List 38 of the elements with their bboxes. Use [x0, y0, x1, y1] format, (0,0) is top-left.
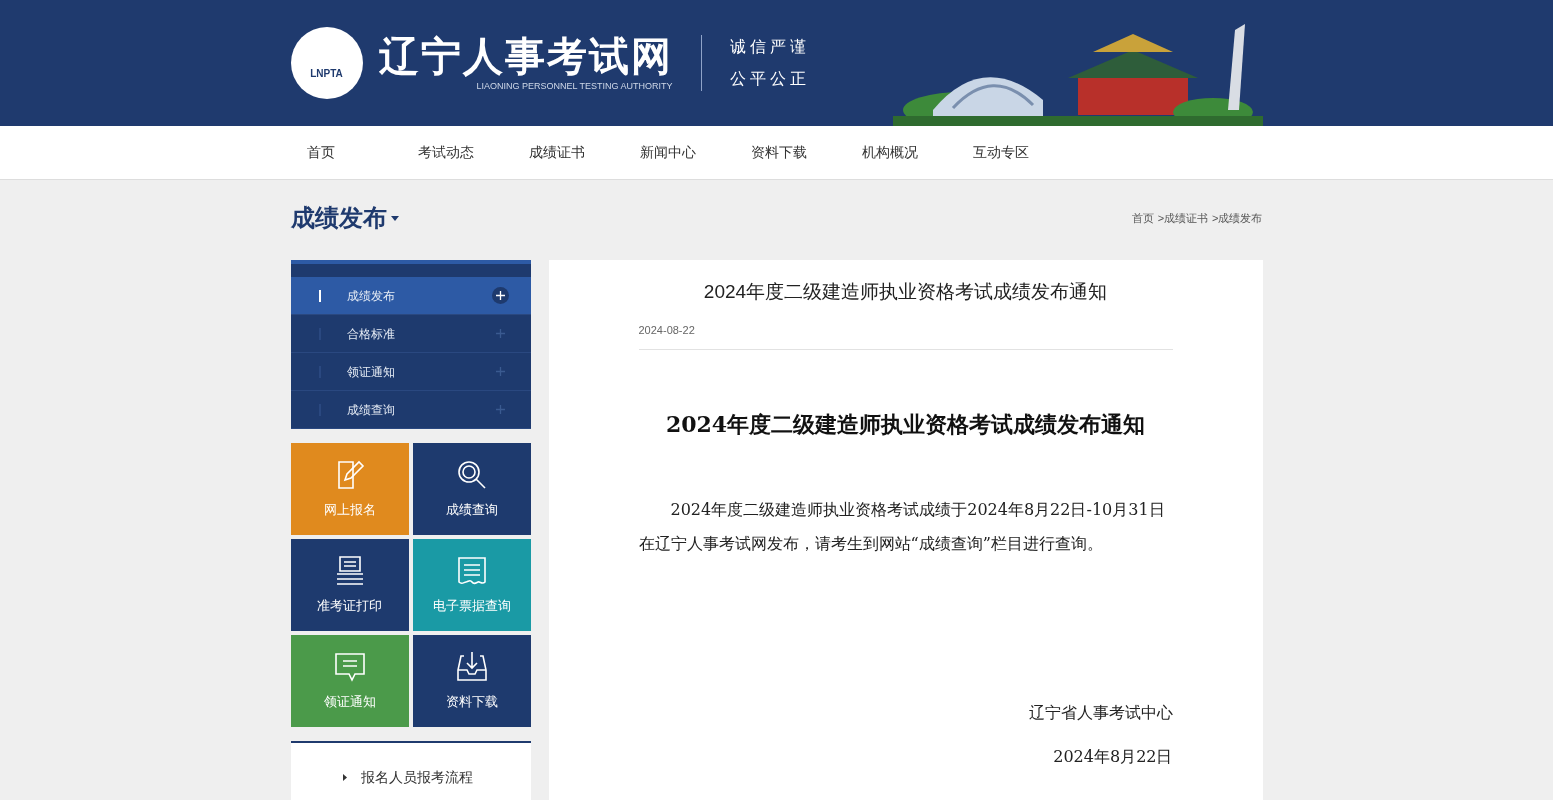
nav-link[interactable]: 考试动态 — [401, 142, 513, 163]
motto-text: 公平公正 — [729, 68, 810, 90]
bullet-icon — [342, 773, 347, 781]
page-title: 成绩发布 — [290, 203, 387, 233]
nav-link[interactable]: 资料下载 — [734, 142, 846, 163]
nav-link[interactable]: 成绩证书 — [512, 142, 624, 163]
signature: 辽宁省人事考试中心 — [1028, 701, 1173, 724]
menu-label: 合格标准 — [346, 325, 395, 343]
side-menu-item[interactable]: 成绩发布 — [290, 277, 531, 315]
shortcut-tile[interactable]: 资料下载 — [412, 635, 531, 727]
breadcrumb-link[interactable]: >成绩发布 — [1212, 209, 1263, 227]
sign-date: 2024年8月22日 — [1053, 745, 1173, 768]
article-heading: 2024年度二级建造师执业资格考试成绩发布通知 — [665, 410, 1146, 437]
site-title: 辽宁人事考试网 — [378, 33, 673, 81]
article-body: 2024年度二级建造师执业资格考试成绩于2024年8月22日-10月31日在辽宁人事考试网发布，请考生到网站“成绩查询”栏目进行查询。 — [638, 498, 1166, 555]
breadcrumb-link[interactable]: 首页 — [1131, 209, 1154, 227]
process-link[interactable]: 报名人员报考流程 — [360, 766, 473, 788]
shortcut-tile[interactable]: 成绩查询 — [412, 443, 531, 535]
menu-label: 成绩查询 — [346, 401, 395, 419]
nav-link[interactable]: 互动专区 — [956, 142, 1068, 163]
menu-label: 成绩发布 — [346, 287, 395, 305]
plus-icon — [491, 287, 509, 304]
article-title: 2024年度二级建造师执业资格考试成绩发布通知 — [703, 281, 1108, 302]
motto-text: 诚信严谨 — [729, 36, 810, 58]
nav-link[interactable]: 首页 — [290, 142, 402, 163]
nav-link[interactable]: 机构概况 — [845, 142, 957, 163]
caret-icon — [390, 215, 399, 221]
side-menu-item[interactable]: 合格标准 — [290, 315, 531, 353]
menu-label: 领证通知 — [346, 363, 395, 381]
side-menu-item[interactable]: 领证通知 — [290, 353, 531, 391]
nav-link[interactable]: 新闻中心 — [623, 142, 735, 163]
logo-text: LNPTA — [310, 67, 343, 81]
site-subtitle: LIAONING PERSONNEL TESTING AUTHORITY — [476, 80, 673, 94]
menu-marker — [318, 289, 321, 302]
article-date: 2024-08-22 — [638, 323, 695, 336]
side-menu-item[interactable]: 成绩查询 — [290, 391, 531, 429]
shortcut-tile[interactable]: 准考证打印 — [290, 539, 409, 631]
breadcrumb-link[interactable]: >成绩证书 — [1157, 209, 1209, 227]
